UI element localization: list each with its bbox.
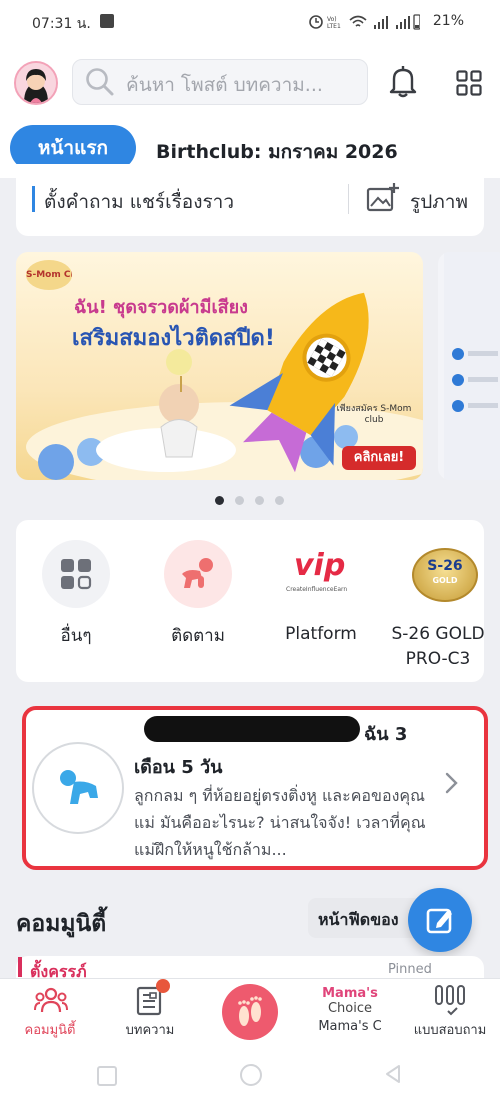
redacted-name bbox=[144, 716, 360, 742]
nav-survey-label[interactable]: แบบสอบถาม bbox=[400, 1019, 500, 1040]
nav-mamas-choice-label[interactable]: Mama's C bbox=[300, 1019, 400, 1034]
carousel-dot-2[interactable] bbox=[235, 496, 244, 505]
survey-icon[interactable] bbox=[434, 984, 466, 1020]
pinned-accent bbox=[18, 957, 22, 977]
banner-brand-logo: S-Mom Club bbox=[26, 260, 72, 290]
battery-percent: 21% bbox=[432, 13, 464, 29]
chevron-right-icon[interactable] bbox=[444, 770, 460, 803]
back-icon[interactable] bbox=[384, 1064, 402, 1088]
photo-button-label[interactable]: รูปภาพ bbox=[410, 187, 468, 217]
search-icon bbox=[84, 66, 116, 102]
mamas-choice-logo[interactable]: Mama's Choice bbox=[318, 986, 382, 1018]
edit-icon bbox=[426, 906, 454, 938]
apps-grid-icon[interactable] bbox=[456, 70, 482, 100]
vip-logo[interactable]: vip CreateInfluenceEarn bbox=[282, 548, 364, 598]
baby-feet-button[interactable] bbox=[222, 984, 278, 1040]
shortcut-more[interactable] bbox=[42, 540, 110, 608]
recent-apps-icon[interactable] bbox=[97, 1066, 117, 1086]
promo-banner-next[interactable] bbox=[438, 252, 500, 480]
status-icons: Vo) LTE1 bbox=[308, 12, 421, 32]
notification-badge bbox=[156, 979, 170, 993]
add-photo-icon[interactable] bbox=[366, 182, 400, 218]
banner-cta-small: เพียงสมัคร S-Mom club bbox=[336, 404, 412, 425]
svg-text:Vo): Vo) bbox=[327, 16, 337, 23]
ask-question-button[interactable]: ตั้งคำถาม แชร์เรื่องราว bbox=[44, 187, 234, 217]
shortcut-follow-label: ติดตาม bbox=[171, 626, 225, 646]
club-title[interactable]: Birthclub: มกราคม 2026 bbox=[156, 137, 398, 167]
pinned-badge: Pinned bbox=[388, 962, 432, 977]
growth-title-age: เดือน 5 วัน bbox=[134, 757, 223, 778]
banner-headline-2: เสริมสมองไวติดสปีด! bbox=[72, 326, 275, 351]
composer-divider bbox=[348, 184, 349, 214]
home-icon[interactable] bbox=[240, 1064, 262, 1086]
growth-description: ลูกกลม ๆ ที่ห้อยอยู่ตรงติ่งหู และคอของคุ… bbox=[134, 786, 426, 859]
nav-community-label[interactable]: คอมมูนิตี้ bbox=[0, 1019, 100, 1040]
growth-icon-circle bbox=[32, 742, 124, 834]
shortcut-platform-label: Platform bbox=[285, 624, 357, 644]
shortcut-s26-label: S-26 GOLD PRO-C3 bbox=[391, 624, 485, 669]
carousel-dot-1[interactable] bbox=[215, 496, 224, 505]
baby-crawl-icon bbox=[56, 768, 104, 814]
gallery-icon bbox=[100, 14, 114, 28]
bell-icon[interactable] bbox=[388, 64, 418, 102]
avatar[interactable] bbox=[14, 61, 58, 105]
baby-crawl-icon bbox=[178, 556, 218, 596]
promo-banner[interactable]: S-Mom Club ฉัน! ชุดจรวดผ้ามีเสียง เสริมส… bbox=[16, 252, 423, 480]
community-heading: คอมมูนิตี้ bbox=[16, 911, 107, 937]
s26-logo-text: S-26 bbox=[427, 558, 463, 574]
shortcut-more-label: อื่นๆ bbox=[60, 626, 92, 646]
community-icon[interactable] bbox=[34, 986, 68, 1018]
grid-icon bbox=[59, 557, 93, 595]
s26-logo[interactable]: S-26 GOLD bbox=[412, 548, 478, 602]
search-placeholder: ค้นหา โพสต์ บทความ... bbox=[126, 74, 323, 96]
carousel-dot-3[interactable] bbox=[255, 496, 264, 505]
carousel-dot-4[interactable] bbox=[275, 496, 284, 505]
shortcut-follow[interactable] bbox=[164, 540, 232, 608]
baby-feet-icon bbox=[234, 994, 266, 1034]
growth-title-suffix: ฉัน 3 bbox=[364, 724, 408, 745]
s26-logo-sub: GOLD bbox=[432, 576, 458, 585]
composer-accent bbox=[32, 186, 35, 212]
compose-post-button[interactable] bbox=[408, 888, 472, 952]
banner-cta-button[interactable]: คลิกเลย! bbox=[342, 446, 416, 470]
vip-logo-text: vip bbox=[294, 548, 346, 583]
mamas-choice-logo-line2: Choice bbox=[327, 1001, 373, 1016]
vip-logo-sub: CreateInfluenceEarn bbox=[286, 586, 348, 593]
banner-headline-1: ฉัน! ชุดจรวดผ้ามีเสียง bbox=[74, 297, 248, 318]
mamas-choice-logo-line1: Mama's bbox=[322, 986, 378, 1001]
svg-text:LTE1: LTE1 bbox=[327, 23, 341, 30]
status-time: 07:31 น. bbox=[32, 16, 91, 32]
nav-article-label[interactable]: บทความ bbox=[100, 1019, 200, 1040]
